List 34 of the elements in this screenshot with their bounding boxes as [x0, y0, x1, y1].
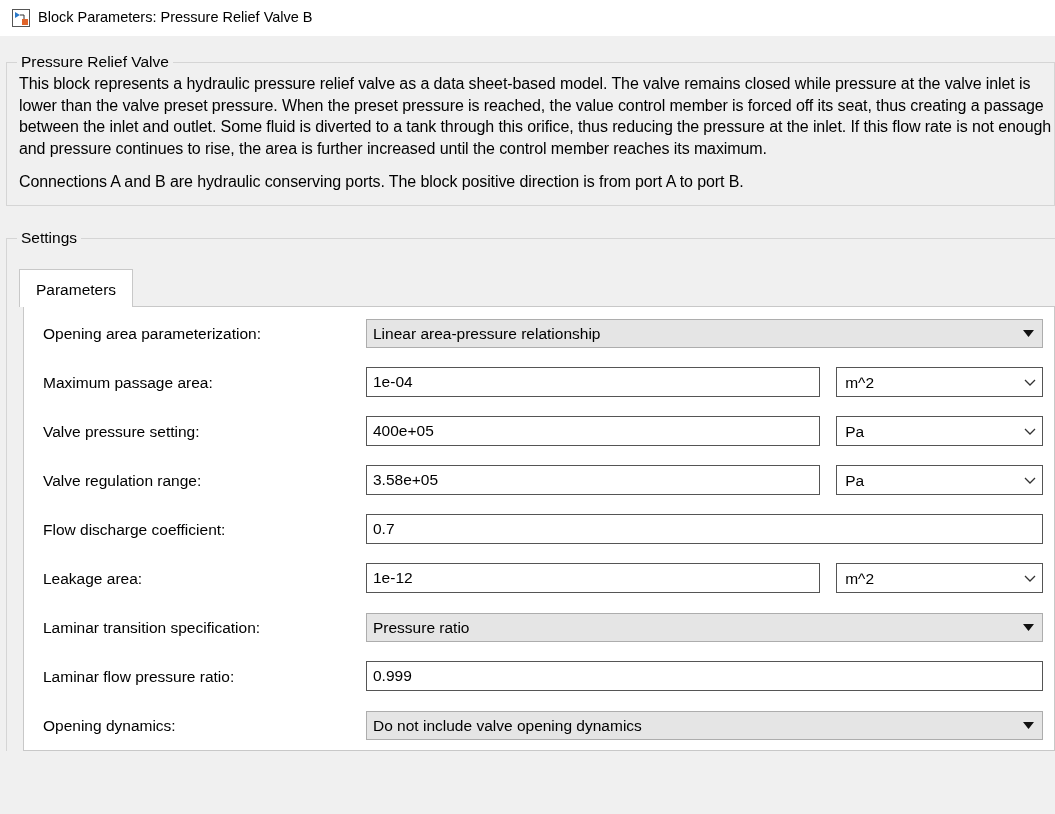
chevron-icon: [1024, 427, 1036, 435]
chevron-icon: [1024, 574, 1036, 582]
dropdown[interactable]: Pressure ratio: [366, 612, 1043, 642]
parameter-label: Maximum passage area:: [43, 372, 214, 393]
input-field[interactable]: 400e+05: [366, 416, 821, 447]
chevron-icon: [1024, 378, 1036, 386]
unit-dropdown[interactable]: Pa: [836, 416, 1043, 447]
unit-dropdown[interactable]: Pa: [836, 465, 1043, 496]
parameter-label: Laminar transition specification:: [43, 617, 262, 638]
parameter-label: Flow discharge coefficient:: [43, 519, 227, 540]
chevron-icon: [1024, 476, 1036, 484]
dropdown[interactable]: Linear area-pressure relationship: [366, 318, 1043, 348]
parameter-label: Valve regulation range:: [43, 470, 203, 491]
tab[interactable]: Parameters: [19, 268, 134, 307]
description-text: This block represents a hydraulic pressure relief valve as a data sheet-based model. The valve remains closed while pressure at the valve inlet is lower than the valve preset pressure. When the preset pressure is reached, the value control member is forced off its seat, thus creating a passage between the inlet and outlet. Some fluid is diverted to a tank through this orifice, thus reducing the pressure at the inlet. If this flow rate is not enough and pressure continues to rise, the area is further increased until the control member reaches its maximum.: [19, 74, 1053, 159]
unit-dropdown[interactable]: m^2: [836, 563, 1043, 594]
caret-icon: [1023, 623, 1034, 631]
input-field[interactable]: 0.999: [366, 661, 1043, 692]
parameter-label: Opening dynamics:: [43, 715, 177, 736]
window-title: Block Parameters: Pressure Relief Valve B: [38, 8, 313, 28]
input-field[interactable]: 0.7: [366, 514, 1043, 545]
caret-icon: [1023, 329, 1034, 337]
parameter-label: Opening area parameterization:: [43, 323, 262, 344]
unit-dropdown[interactable]: m^2: [836, 367, 1043, 398]
parameter-label: Laminar flow pressure ratio:: [43, 666, 236, 687]
dropdown[interactable]: Do not include valve opening dynamics: [366, 710, 1043, 740]
parameter-label: Leakage area:: [43, 568, 144, 589]
caret-icon: [1023, 721, 1034, 729]
input-field[interactable]: 1e-04: [366, 367, 821, 398]
block-icon: [12, 9, 30, 27]
parameter-label: Valve pressure setting:: [43, 421, 201, 442]
description-text: Connections A and B are hydraulic conserving ports. The block positive direction is from port A to port B.: [19, 172, 745, 192]
input-field[interactable]: 3.58e+05: [366, 465, 821, 496]
input-field[interactable]: 1e-12: [366, 563, 821, 594]
